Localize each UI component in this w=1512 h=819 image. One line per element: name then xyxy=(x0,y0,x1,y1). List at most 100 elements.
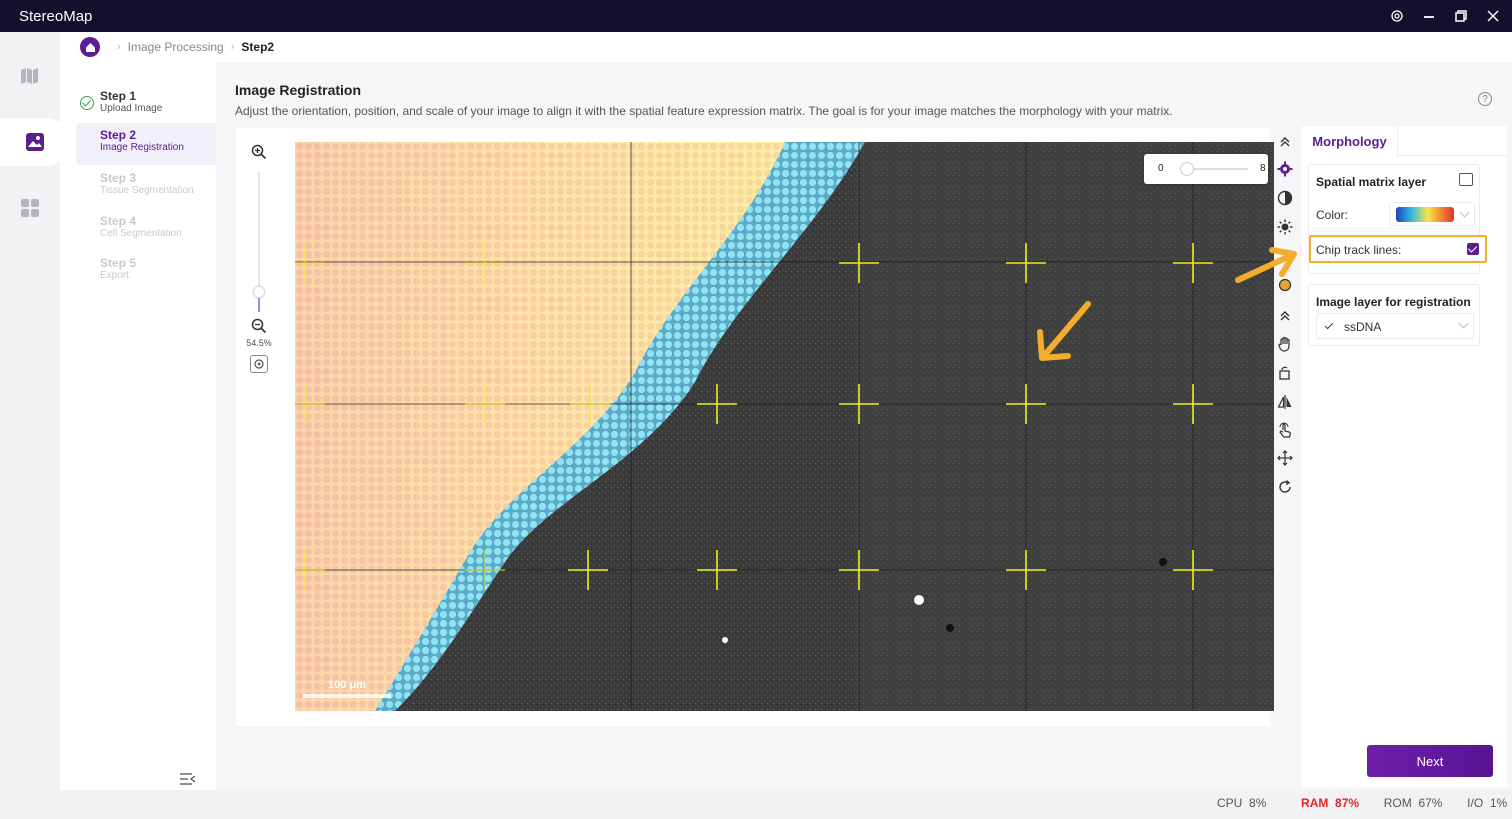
rail-item-apps[interactable] xyxy=(0,184,60,232)
step-2[interactable]: Step 2 Image Registration xyxy=(76,123,216,165)
step-5: Step 5 Export xyxy=(76,251,216,293)
tissue-image xyxy=(295,142,1274,711)
ram-value: 87% xyxy=(1335,796,1360,810)
scale-bar-label: 100 μm xyxy=(328,679,366,691)
opacity-slider-handle[interactable] xyxy=(1180,162,1194,176)
image-layer-value: ssDNA xyxy=(1344,320,1382,334)
chip-track-lines-label: Chip track lines: xyxy=(1316,243,1402,257)
step-title: Step 4 xyxy=(100,214,137,228)
help-icon[interactable]: ? xyxy=(1478,92,1492,106)
io-value: 1% xyxy=(1489,796,1508,810)
restore-icon[interactable] xyxy=(1452,7,1470,25)
rom-value: 67% xyxy=(1418,796,1443,810)
ram-label: RAM xyxy=(1301,796,1329,810)
chevron-right-icon: › xyxy=(230,41,235,53)
tab-morphology[interactable]: Morphology xyxy=(1302,126,1398,157)
cpu-value: 8% xyxy=(1249,796,1267,810)
breadcrumb-image-processing[interactable]: Image Processing xyxy=(128,40,224,54)
move-icon[interactable] xyxy=(1274,447,1296,469)
map-icon xyxy=(21,68,38,84)
opacity-min: 0 xyxy=(1158,163,1164,174)
swap-icon[interactable] xyxy=(1459,173,1473,186)
brightness-icon[interactable] xyxy=(1274,216,1296,238)
opacity-max: 8 xyxy=(1260,163,1266,174)
collapse-sidebar-icon[interactable] xyxy=(179,771,197,787)
step-title: Step 2 xyxy=(100,128,137,142)
nav-rail xyxy=(0,32,70,819)
step-subtitle: Image Registration xyxy=(100,142,184,153)
app-title: StereoMap xyxy=(19,7,93,25)
io-label: I/O xyxy=(1467,796,1484,810)
step-title: Step 3 xyxy=(100,171,137,185)
close-icon[interactable] xyxy=(1484,7,1502,25)
zoom-in-icon[interactable] xyxy=(251,144,267,160)
zoom-slider-handle[interactable] xyxy=(253,286,265,299)
color-map-swatch xyxy=(1396,207,1454,222)
step-title: Step 1 xyxy=(100,89,137,103)
settings-icon[interactable] xyxy=(1388,7,1406,25)
home-icon xyxy=(85,42,95,52)
collapse-up-icon[interactable] xyxy=(1274,305,1296,327)
spatial-matrix-title: Spatial matrix layer xyxy=(1316,175,1427,189)
color-drop-icon[interactable] xyxy=(1274,274,1296,296)
cpu-label: CPU xyxy=(1217,796,1243,810)
target-icon xyxy=(254,359,264,369)
zoom-percent: 54.5% xyxy=(246,338,272,348)
color-map-select[interactable] xyxy=(1389,202,1475,226)
apps-icon xyxy=(21,199,39,217)
panel-tabs: Morphology xyxy=(1302,126,1507,157)
check-icon xyxy=(1324,320,1334,330)
collapse-up-icon[interactable] xyxy=(1274,131,1296,153)
opacity-icon[interactable] xyxy=(1274,158,1296,180)
image-layer-title: Image layer for registration xyxy=(1316,295,1471,309)
registration-canvas[interactable]: 100 μm xyxy=(295,142,1274,711)
properties-panel: Morphology Spatial matrix layer Color: I… xyxy=(1302,126,1507,788)
chip-track-lines-row[interactable]: Chip track lines: xyxy=(1309,235,1487,263)
rotate-90-icon[interactable] xyxy=(1274,362,1296,384)
image-layer-section: Image layer for registration ssDNA xyxy=(1308,284,1480,346)
zoom-out-icon[interactable] xyxy=(251,318,267,334)
rom-label: ROM xyxy=(1383,796,1412,810)
window-controls xyxy=(1388,0,1502,32)
check-circle-icon xyxy=(80,96,94,110)
step-1[interactable]: Step 1 Upload Image xyxy=(76,84,216,126)
step-title: Step 5 xyxy=(100,256,137,270)
page-title: Image Registration xyxy=(235,82,362,98)
minimize-icon[interactable] xyxy=(1420,7,1438,25)
next-button[interactable]: Next xyxy=(1367,745,1493,777)
title-bar: StereoMap xyxy=(0,0,1512,32)
chip-track-lines-checkbox[interactable] xyxy=(1467,243,1479,255)
step-subtitle: Export xyxy=(100,270,129,281)
pan-hand-icon[interactable] xyxy=(1274,333,1296,355)
opacity-slider-popover: 0 8 xyxy=(1144,154,1268,184)
status-bar: CPU 8% RAM 87% ROM 67% I/O 1% xyxy=(1217,796,1507,810)
chevron-right-icon: › xyxy=(117,41,121,53)
page-description: Adjust the orientation, position, and sc… xyxy=(235,104,1173,118)
image-viewer: 54.5% 100 μm xyxy=(236,128,1274,726)
tool-column xyxy=(1270,128,1300,726)
step-subtitle: Upload Image xyxy=(100,103,163,114)
chevron-down-icon xyxy=(1458,318,1469,329)
home-button[interactable] xyxy=(80,37,100,57)
step-subtitle: Tissue Segmentation xyxy=(100,185,194,196)
flip-icon[interactable] xyxy=(1274,391,1296,413)
main-panel: Image Registration Adjust the orientatio… xyxy=(216,62,1512,790)
steps-sidebar: Step 1 Upload Image Step 2 Image Registr… xyxy=(60,62,216,790)
fit-view-button[interactable] xyxy=(250,355,268,373)
breadcrumb: › Image Processing › Step2 xyxy=(60,32,1512,62)
scale-bar: 100 μm xyxy=(303,679,391,699)
chevron-down-icon xyxy=(1459,207,1470,218)
point-select-icon[interactable] xyxy=(1274,419,1296,441)
contrast-icon[interactable] xyxy=(1274,187,1296,209)
image-icon xyxy=(26,133,44,151)
scale-bar-line xyxy=(303,694,391,698)
step-4: Step 4 Cell Segmentation xyxy=(76,209,216,251)
step-subtitle: Cell Segmentation xyxy=(100,228,182,239)
color-label: Color: xyxy=(1316,208,1349,222)
rail-item-map[interactable] xyxy=(0,52,60,100)
reset-icon[interactable] xyxy=(1274,476,1296,498)
image-layer-select[interactable]: ssDNA xyxy=(1316,313,1474,339)
breadcrumb-current: Step2 xyxy=(241,40,275,54)
step-3: Step 3 Tissue Segmentation xyxy=(76,166,216,208)
zoom-controls: 54.5% xyxy=(246,142,272,402)
